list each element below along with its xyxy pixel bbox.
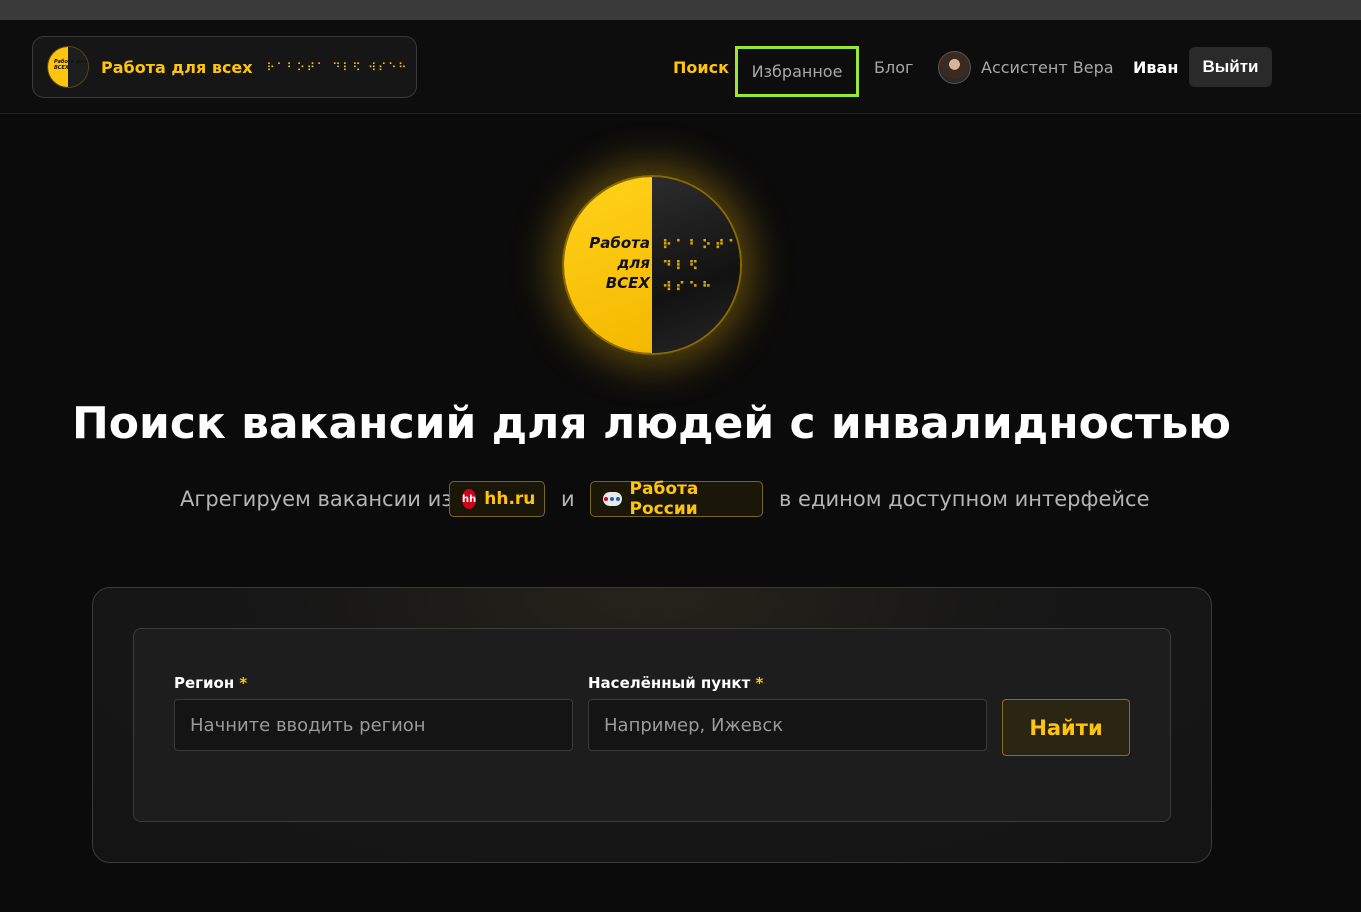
page-title: Поиск вакансий для людей с инвалидностью: [71, 398, 1232, 449]
brand-logo-icon: Работа для ВСЕХ: [47, 46, 89, 88]
hero-subtitle: Агрегируем вакансии из hh hh.ru и Работа…: [0, 479, 1361, 519]
nav-assistant-label: Ассистент Вера: [981, 57, 1114, 77]
find-button[interactable]: Найти: [1002, 699, 1130, 756]
subtitle-prefix: Агрегируем вакансии из: [180, 487, 453, 511]
region-input[interactable]: [174, 699, 573, 751]
logout-button[interactable]: Выйти: [1189, 47, 1272, 87]
nav-assistant[interactable]: Ассистент Вера: [938, 20, 1114, 114]
search-panel: Регион * Населённый пункт * Найти: [92, 587, 1212, 863]
required-mark: *: [755, 674, 764, 692]
source-badge-rabota-rossii[interactable]: Работа России: [590, 479, 763, 519]
nav-search[interactable]: Поиск: [673, 20, 729, 114]
hero-logo-braille: ⠗⠁⠃⠕⠞⠁ ⠙⠇⠫ ⠺⠎⠑⠓: [662, 238, 741, 295]
source-hh-label: hh.ru: [484, 489, 536, 509]
subtitle-and: и: [561, 487, 575, 511]
nav-favorites[interactable]: Избранное: [735, 46, 859, 97]
region-label: Регион *: [174, 674, 248, 692]
hero-logo: Работа для ВСЕХ ⠗⠁⠃⠕⠞⠁ ⠙⠇⠫ ⠺⠎⠑⠓: [562, 175, 742, 355]
source-badge-hh[interactable]: hh hh.ru: [449, 481, 545, 517]
site-header: Работа для ВСЕХ Работа для всех ⠗⠁⠃⠕⠞⠁ ⠙…: [0, 20, 1361, 114]
brand-name: Работа для всех: [101, 57, 253, 77]
rabota-rossii-logo-icon: [603, 492, 622, 506]
brand-home-link[interactable]: Работа для ВСЕХ Работа для всех ⠗⠁⠃⠕⠞⠁ ⠙…: [32, 36, 417, 98]
city-label: Населённый пункт *: [588, 674, 764, 692]
brand-braille: ⠗⠁⠃⠕⠞⠁ ⠙⠇⠫ ⠺⠎⠑⠓: [266, 60, 409, 74]
subtitle-suffix: в едином доступном интерфейсе: [779, 487, 1150, 511]
search-form: Регион * Населённый пункт * Найти: [133, 628, 1171, 822]
required-mark: *: [239, 674, 248, 692]
hero-logo-text: Работа для ВСЕХ: [589, 234, 650, 292]
hh-logo-icon: hh: [462, 489, 477, 509]
nav-blog[interactable]: Блог: [874, 20, 913, 114]
assistant-avatar: [938, 50, 971, 84]
user-name: Иван: [1133, 57, 1179, 77]
brand-logo-mini-text: Работа для ВСЕХ: [54, 59, 87, 71]
city-input[interactable]: [588, 699, 987, 751]
browser-top-strip: [0, 0, 1361, 20]
source-rr-label: Работа России: [629, 479, 699, 519]
